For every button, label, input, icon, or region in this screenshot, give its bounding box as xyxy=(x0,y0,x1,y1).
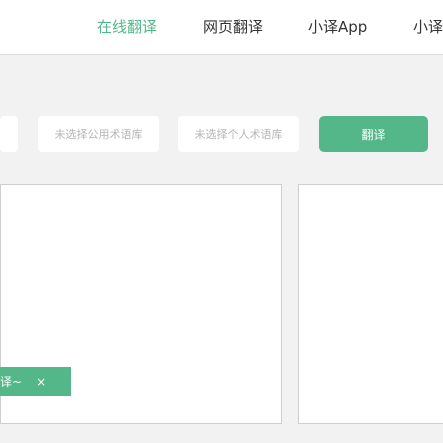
translate-button[interactable]: 翻译 xyxy=(319,116,428,152)
top-navigation: 在线翻译 网页翻译 小译App 小译 xyxy=(0,0,443,55)
nav-item-more[interactable]: 小译 xyxy=(413,16,443,37)
result-text-panel xyxy=(298,184,443,424)
nav-item-app[interactable]: 小译App xyxy=(308,16,367,37)
close-icon[interactable]: × xyxy=(36,375,46,389)
hint-toast-text: 译~ xyxy=(0,375,23,389)
personal-glossary-select[interactable]: 未选择个人术语库 xyxy=(178,116,299,152)
nav-item-online-translate[interactable]: 在线翻译 xyxy=(97,16,157,37)
nav-item-web-translate[interactable]: 网页翻译 xyxy=(203,16,263,37)
language-select-partial[interactable] xyxy=(0,116,18,152)
hint-toast: 译~ × xyxy=(0,367,71,396)
public-glossary-select[interactable]: 未选择公用术语库 xyxy=(38,116,159,152)
